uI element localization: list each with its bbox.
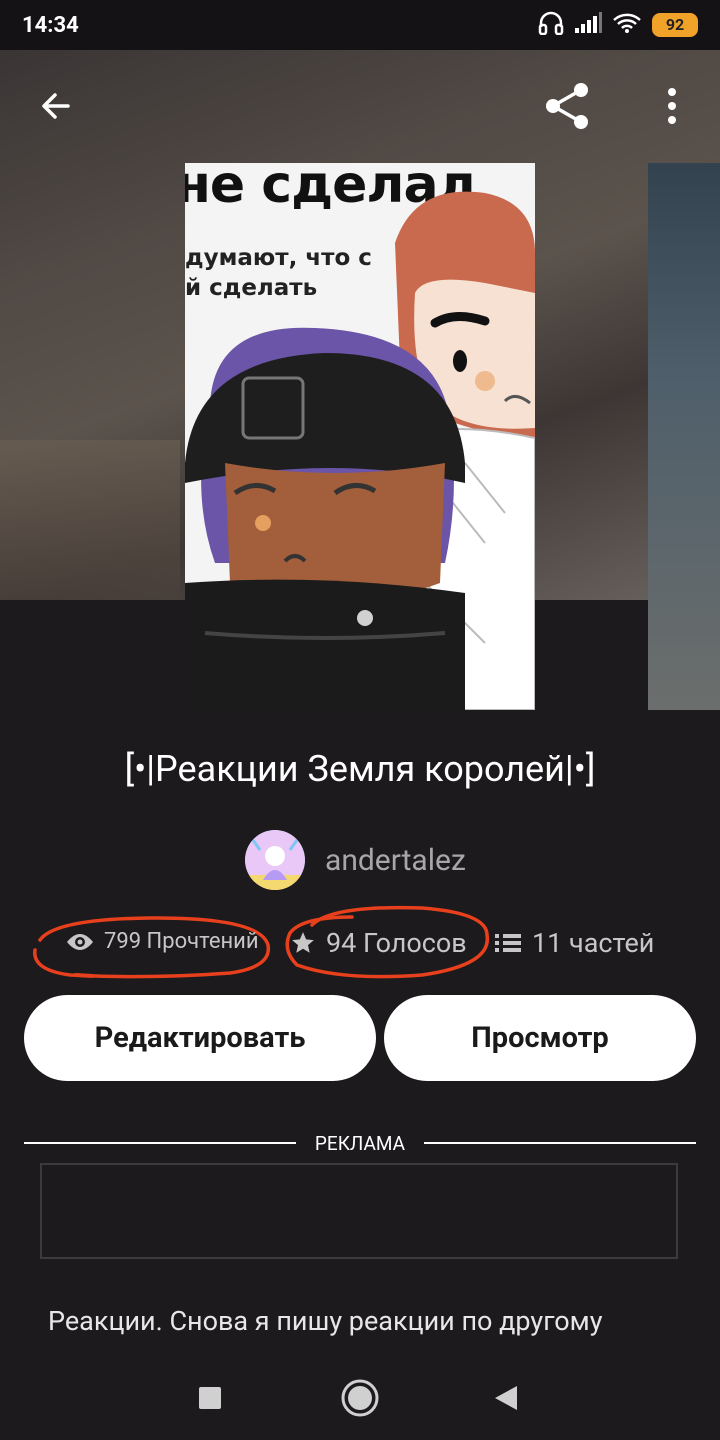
list-icon <box>495 934 521 952</box>
votes-label: 94 Голосов <box>326 927 467 959</box>
story-title: [•|Реакции Земля королей|•] <box>124 748 596 790</box>
eye-icon <box>67 933 93 950</box>
preview-button[interactable]: Просмотр <box>384 995 696 1081</box>
ad-slot[interactable] <box>40 1163 678 1259</box>
status-bar: 14:34 92 <box>0 0 720 50</box>
share-icon <box>546 83 588 129</box>
star-icon <box>292 932 314 953</box>
reads-label: 799 Прочтений <box>104 929 259 954</box>
more-options-button[interactable] <box>644 78 700 134</box>
home-button[interactable] <box>338 1376 382 1420</box>
wifi-icon <box>612 12 642 38</box>
square-icon <box>199 1387 221 1409</box>
ad-header: РЕКЛАМА <box>24 1130 696 1156</box>
next-cover-preview[interactable] <box>648 163 720 710</box>
headphones-icon <box>538 11 564 39</box>
story-cover[interactable]: не сделал думают, что с й сделать <box>185 163 535 710</box>
triangle-back-icon <box>495 1386 517 1410</box>
story-description: Реакции. Снова я пишу реакции по другому <box>48 1305 603 1337</box>
reads-count: 799 Прочтений <box>66 929 259 954</box>
avatar[interactable] <box>245 830 305 890</box>
back-button[interactable] <box>28 78 84 134</box>
story-stats: 799 Прочтений 94 Голосов 11 частей <box>0 905 720 979</box>
share-button[interactable] <box>540 78 596 134</box>
more-vertical-icon <box>668 88 676 124</box>
author-row[interactable]: andertalez <box>245 830 466 890</box>
system-navigation-bar <box>0 1356 720 1440</box>
circle-icon <box>341 1379 379 1417</box>
edit-button[interactable]: Редактировать <box>24 995 376 1081</box>
system-back-button[interactable] <box>484 1376 528 1420</box>
battery-icon: 92 <box>652 13 698 37</box>
status-time: 14:34 <box>22 12 79 38</box>
arrow-left-icon <box>42 93 70 119</box>
divider <box>424 1142 696 1144</box>
cover-artwork-image <box>185 191 535 710</box>
parts-label: 11 частей <box>532 927 655 959</box>
signal-icon <box>574 12 602 38</box>
status-icons: 92 <box>538 11 698 39</box>
votes-count: 94 Голосов <box>290 927 467 959</box>
top-action-bar <box>0 78 720 134</box>
story-details-screen: 14:34 92 не сделал думают, что с й сдела… <box>0 0 720 1440</box>
recent-apps-button[interactable] <box>188 1376 232 1420</box>
parts-count[interactable]: 11 частей <box>494 927 654 959</box>
author-name[interactable]: andertalez <box>325 843 466 878</box>
